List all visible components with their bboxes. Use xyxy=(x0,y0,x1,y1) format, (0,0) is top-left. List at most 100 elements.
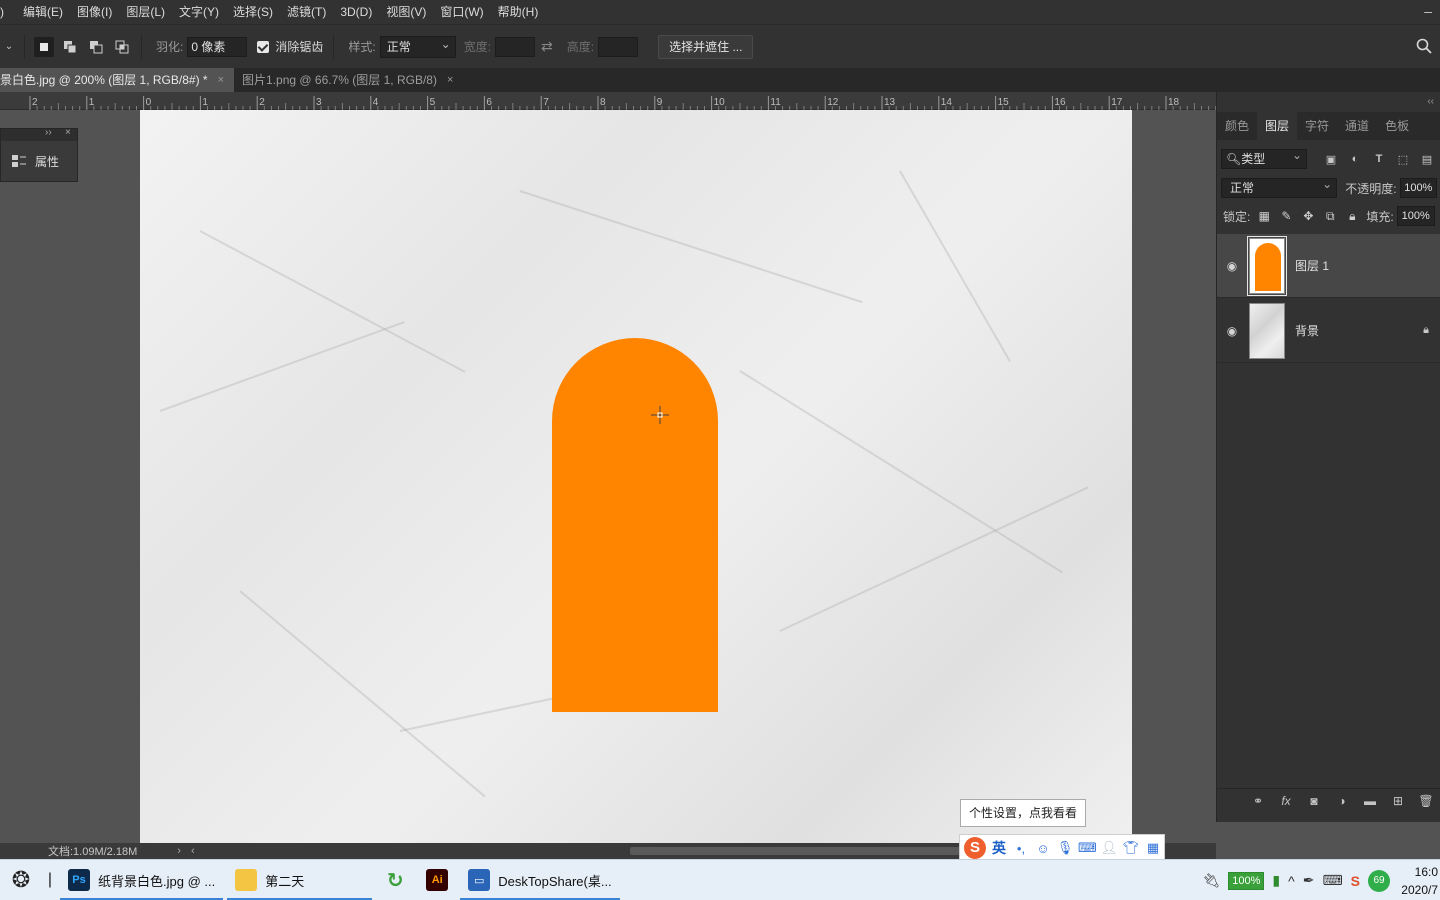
menu-item-type[interactable]: 文字(Y) xyxy=(172,0,226,24)
battery-app-icon[interactable]: ▮ xyxy=(1272,872,1280,889)
close-icon[interactable]: × xyxy=(447,69,453,91)
menu-item-window[interactable]: 窗口(W) xyxy=(433,0,490,24)
swap-icon[interactable]: ⇄ xyxy=(541,38,553,55)
tool-preset-dropdown[interactable]: ⌄ xyxy=(0,41,18,52)
user-icon[interactable]: 👤︎ xyxy=(1100,840,1118,856)
taskbar-sync-app[interactable]: ↻ xyxy=(374,860,416,900)
shape-filter-icon[interactable]: ⬚ xyxy=(1393,153,1413,166)
minimize-button[interactable]: – xyxy=(1424,0,1432,24)
adjustment-layer-icon[interactable]: ◑ xyxy=(1333,794,1351,808)
skin-icon[interactable]: 👕︎ xyxy=(1122,840,1140,856)
subtract-from-selection-icon[interactable] xyxy=(86,37,106,57)
scroll-left-icon[interactable]: ‹ xyxy=(191,845,195,857)
paper-crease xyxy=(159,321,405,412)
menu-item-file-partial[interactable]: ) xyxy=(0,0,16,24)
add-mask-icon[interactable]: ◙ xyxy=(1305,794,1323,808)
new-selection-icon[interactable] xyxy=(34,36,54,57)
lock-icon: 🔒︎ xyxy=(1423,324,1429,336)
layer-thumbnail xyxy=(1249,302,1285,359)
menu-item-layer[interactable]: 图层(L) xyxy=(119,0,172,24)
emoji-icon[interactable]: ☺ xyxy=(1034,841,1052,856)
menu-item-3d[interactable]: 3D(D) xyxy=(333,0,379,24)
taskbar-photoshop[interactable]: Ps 纸背景白色.jpg @ ... xyxy=(58,860,225,900)
delete-layer-icon[interactable]: 🗑︎ xyxy=(1417,794,1435,808)
ruler-label: 13 xyxy=(884,97,896,108)
start-button-icon[interactable]: ❂ xyxy=(0,867,42,893)
width-input[interactable] xyxy=(495,36,536,57)
search-icon[interactable] xyxy=(1416,38,1432,54)
taskbar-folder[interactable]: 第二天 xyxy=(225,860,374,900)
collapse-icon[interactable]: ›› xyxy=(45,127,52,138)
plug-icon[interactable]: 🔌︎ xyxy=(1202,872,1220,889)
taskbar-desktopshare[interactable]: ▭ DeskTopShare(桌... xyxy=(458,860,621,900)
menu-item-edit[interactable]: 编辑(E) xyxy=(16,0,70,24)
feather-input[interactable]: 0 像素 xyxy=(187,36,248,57)
system-clock[interactable]: 16:0 2020/7 xyxy=(1398,863,1438,899)
fx-icon[interactable]: fx xyxy=(1277,794,1295,808)
taskbar-illustrator[interactable]: Ai xyxy=(416,860,458,900)
fill-input[interactable]: 100% xyxy=(1396,206,1435,226)
layer-row-layer1[interactable]: ◉ 图层 1 xyxy=(1217,234,1440,298)
microphone-icon[interactable]: 🎙︎ xyxy=(1056,840,1074,856)
sogou-logo-icon[interactable]: S xyxy=(964,837,986,859)
keyboard-icon[interactable]: ⌨ xyxy=(1078,840,1097,856)
ime-language-toggle[interactable]: 英 xyxy=(990,838,1008,858)
horizontal-ruler[interactable]: 2 1 0 1 2 3 4 5 6 7 8 9 10 11 12 13 14 15 16 17 18 xyxy=(0,92,1216,110)
document-canvas[interactable] xyxy=(140,110,1132,843)
type-filter-icon[interactable]: T xyxy=(1369,153,1389,165)
menu-item-view[interactable]: 视图(V) xyxy=(379,0,433,24)
close-icon[interactable]: × xyxy=(218,69,224,91)
eye-icon[interactable]: ◉ xyxy=(1217,259,1247,273)
tab-character[interactable]: 字符 xyxy=(1297,112,1337,140)
smart-object-filter-icon[interactable]: ▤ xyxy=(1417,153,1437,166)
photoshop-icon: Ps xyxy=(68,869,90,891)
menu-item-select[interactable]: 选择(S) xyxy=(226,0,280,24)
tab-color[interactable]: 颜色 xyxy=(1217,112,1257,140)
tab-document-2[interactable]: 图片1.png @ 66.7% (图层 1, RGB/8) × xyxy=(234,68,463,92)
status-next-icon[interactable]: › xyxy=(177,845,181,857)
blend-mode-select[interactable]: 正常 xyxy=(1221,175,1338,198)
opacity-input[interactable]: 100% xyxy=(1399,178,1437,198)
lock-transparent-icon[interactable]: ▦ xyxy=(1256,209,1272,223)
adjustment-filter-icon[interactable]: ◐ xyxy=(1345,153,1365,165)
lock-all-icon[interactable]: 🔒︎ xyxy=(1344,209,1360,224)
horizontal-scrollbar[interactable] xyxy=(630,847,960,855)
new-layer-icon[interactable]: ⊞ xyxy=(1389,794,1407,808)
menu-item-help[interactable]: 帮助(H) xyxy=(491,0,546,24)
taskbar-label: 纸背景白色.jpg @ ... xyxy=(98,873,216,889)
height-input[interactable] xyxy=(598,36,639,57)
battery-indicator[interactable]: 100% xyxy=(1228,871,1265,890)
properties-button[interactable]: 属性 xyxy=(1,141,77,181)
toolbox-icon[interactable]: ▦ xyxy=(1144,840,1162,856)
antialias-checkbox[interactable] xyxy=(257,40,270,53)
tab-layers[interactable]: 图层 xyxy=(1257,112,1298,140)
pen-icon[interactable]: ✒ xyxy=(1303,872,1315,889)
add-to-selection-icon[interactable] xyxy=(60,37,80,57)
collapse-icon[interactable]: ‹‹ xyxy=(1427,96,1434,107)
layer-kind-filter[interactable]: 🔍︎类型 xyxy=(1221,146,1307,169)
new-group-icon[interactable]: ▬ xyxy=(1361,794,1379,808)
pixel-filter-icon[interactable]: ▣ xyxy=(1321,153,1341,166)
close-icon[interactable]: × xyxy=(65,127,71,138)
tab-swatches[interactable]: 色板 xyxy=(1377,112,1417,140)
punctuation-icon[interactable]: •, xyxy=(1012,841,1030,856)
tab-document-1[interactable]: 景白色.jpg @ 200% (图层 1, RGB/8#) * × xyxy=(0,68,235,92)
lock-position-icon[interactable]: ✥ xyxy=(1300,209,1316,223)
menu-item-filter[interactable]: 滤镜(T) xyxy=(280,0,333,24)
orange-arch-shape[interactable] xyxy=(552,338,718,712)
lock-artboard-icon[interactable]: ⧉ xyxy=(1322,209,1338,224)
tab-channels[interactable]: 通道 xyxy=(1337,112,1377,140)
network-speed-badge[interactable]: 69 xyxy=(1368,869,1390,892)
chevron-up-icon[interactable]: ^ xyxy=(1288,873,1295,889)
lock-paint-icon[interactable]: ✎ xyxy=(1278,209,1294,223)
style-select[interactable]: 正常 xyxy=(379,34,456,58)
eye-icon[interactable]: ◉ xyxy=(1217,324,1247,338)
ime-keyboard-icon[interactable]: ⌨ xyxy=(1322,872,1342,889)
select-and-mask-button[interactable]: 选择并遮住 ... xyxy=(658,34,754,59)
link-layers-icon[interactable]: ⚭ xyxy=(1249,794,1267,808)
taskbar: ❂ | Ps 纸背景白色.jpg @ ... 第二天 ↻ Ai ▭ DeskTo… xyxy=(0,859,1440,900)
sogou-tray-icon[interactable]: S xyxy=(1351,873,1360,889)
menu-item-image[interactable]: 图像(I) xyxy=(70,0,119,24)
layer-row-background[interactable]: ◉ 背景 🔒︎ xyxy=(1217,299,1440,363)
intersect-selection-icon[interactable] xyxy=(112,37,132,57)
